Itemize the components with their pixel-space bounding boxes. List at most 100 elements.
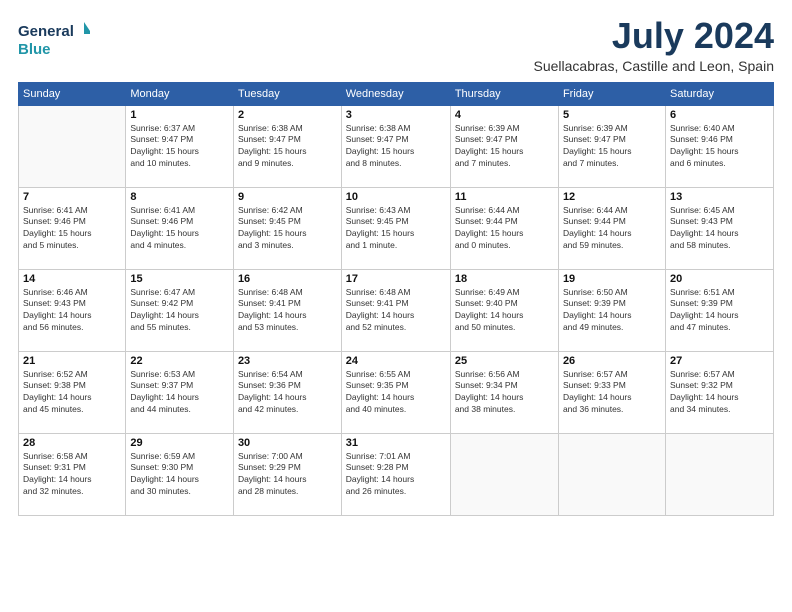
calendar-week-row: 21 Sunrise: 6:52 AMSunset: 9:38 PMDayligh… [19,351,774,433]
calendar-cell: 5 Sunrise: 6:39 AMSunset: 9:47 PMDaylight… [558,105,665,187]
day-number: 30 [238,437,337,449]
day-info: Sunrise: 6:59 AMSunset: 9:30 PMDaylight:… [130,451,229,499]
calendar-cell: 3 Sunrise: 6:38 AMSunset: 9:47 PMDaylight… [341,105,450,187]
month-title: July 2024 [534,16,775,56]
weekday-header: Sunday [19,82,126,105]
day-number: 27 [670,355,769,367]
calendar-cell: 22 Sunrise: 6:53 AMSunset: 9:37 PMDayligh… [126,351,234,433]
day-number: 6 [670,109,769,121]
title-block: July 2024 Suellacabras, Castille and Leo… [534,16,775,74]
calendar-cell: 20Sunrise: 6:51 AMSunset: 9:39 PMDayligh… [665,269,773,351]
day-info: Sunrise: 6:57 AMSunset: 9:32 PMDaylight:… [670,369,769,417]
day-info: Sunrise: 6:53 AMSunset: 9:37 PMDaylight:… [130,369,229,417]
day-info: Sunrise: 6:50 AMSunset: 9:39 PMDaylight:… [563,287,661,335]
calendar-week-row: 28 Sunrise: 6:58 AMSunset: 9:31 PMDayligh… [19,433,774,515]
calendar-cell: 23 Sunrise: 6:54 AMSunset: 9:36 PMDayligh… [233,351,341,433]
calendar-cell: 16 Sunrise: 6:48 AMSunset: 9:41 PMDayligh… [233,269,341,351]
day-info: Sunrise: 7:00 AMSunset: 9:29 PMDaylight:… [238,451,337,499]
calendar-cell: 21 Sunrise: 6:52 AMSunset: 9:38 PMDayligh… [19,351,126,433]
calendar-cell: 12 Sunrise: 6:44 AMSunset: 9:44 PMDayligh… [558,187,665,269]
day-info: Sunrise: 6:38 AMSunset: 9:47 PMDaylight:… [346,123,446,171]
day-number: 21 [23,355,121,367]
day-info: Sunrise: 6:54 AMSunset: 9:36 PMDaylight:… [238,369,337,417]
calendar-cell [19,105,126,187]
calendar-cell: 9 Sunrise: 6:42 AMSunset: 9:45 PMDaylight… [233,187,341,269]
page-header: General Blue July 2024 Suellacabras, Cas… [18,16,774,74]
day-number: 13 [670,191,769,203]
day-info: Sunrise: 6:42 AMSunset: 9:45 PMDaylight:… [238,205,337,253]
day-number: 3 [346,109,446,121]
day-number: 31 [346,437,446,449]
day-info: Sunrise: 6:46 AMSunset: 9:43 PMDaylight:… [23,287,121,335]
calendar-cell: 6 Sunrise: 6:40 AMSunset: 9:46 PMDaylight… [665,105,773,187]
calendar-cell: 15 Sunrise: 6:47 AMSunset: 9:42 PMDayligh… [126,269,234,351]
day-info: Sunrise: 6:48 AMSunset: 9:41 PMDaylight:… [346,287,446,335]
calendar-cell: 26 Sunrise: 6:57 AMSunset: 9:33 PMDayligh… [558,351,665,433]
day-number: 5 [563,109,661,121]
day-info: Sunrise: 6:41 AMSunset: 9:46 PMDaylight:… [130,205,229,253]
calendar-cell: 28 Sunrise: 6:58 AMSunset: 9:31 PMDayligh… [19,433,126,515]
day-number: 16 [238,273,337,285]
day-info: Sunrise: 6:38 AMSunset: 9:47 PMDaylight:… [238,123,337,171]
day-info: Sunrise: 6:40 AMSunset: 9:46 PMDaylight:… [670,123,769,171]
day-number: 8 [130,191,229,203]
day-info: Sunrise: 6:41 AMSunset: 9:46 PMDaylight:… [23,205,121,253]
logo-svg: General Blue [18,16,90,60]
day-number: 26 [563,355,661,367]
day-number: 23 [238,355,337,367]
calendar-week-row: 7 Sunrise: 6:41 AMSunset: 9:46 PMDaylight… [19,187,774,269]
weekday-header: Monday [126,82,234,105]
calendar-cell [665,433,773,515]
calendar-cell: 8 Sunrise: 6:41 AMSunset: 9:46 PMDaylight… [126,187,234,269]
day-number: 19 [563,273,661,285]
day-number: 9 [238,191,337,203]
calendar-cell: 13Sunrise: 6:45 AMSunset: 9:43 PMDayligh… [665,187,773,269]
calendar-cell: 24Sunrise: 6:55 AMSunset: 9:35 PMDayligh… [341,351,450,433]
weekday-header-row: SundayMondayTuesdayWednesdayThursdayFrid… [19,82,774,105]
calendar-cell: 27 Sunrise: 6:57 AMSunset: 9:32 PMDayligh… [665,351,773,433]
day-number: 10 [346,191,446,203]
calendar-cell: 4Sunrise: 6:39 AMSunset: 9:47 PMDaylight… [450,105,558,187]
day-number: 15 [130,273,229,285]
day-info: Sunrise: 6:58 AMSunset: 9:31 PMDaylight:… [23,451,121,499]
calendar-week-row: 14 Sunrise: 6:46 AMSunset: 9:43 PMDayligh… [19,269,774,351]
day-number: 2 [238,109,337,121]
day-info: Sunrise: 6:57 AMSunset: 9:33 PMDaylight:… [563,369,661,417]
day-info: Sunrise: 6:44 AMSunset: 9:44 PMDaylight:… [563,205,661,253]
day-number: 29 [130,437,229,449]
day-info: Sunrise: 6:47 AMSunset: 9:42 PMDaylight:… [130,287,229,335]
day-number: 22 [130,355,229,367]
calendar-cell: 14 Sunrise: 6:46 AMSunset: 9:43 PMDayligh… [19,269,126,351]
calendar-cell: 30 Sunrise: 7:00 AMSunset: 9:29 PMDayligh… [233,433,341,515]
weekday-header: Wednesday [341,82,450,105]
calendar-cell: 29 Sunrise: 6:59 AMSunset: 9:30 PMDayligh… [126,433,234,515]
calendar-cell: 1Sunrise: 6:37 AMSunset: 9:47 PMDaylight… [126,105,234,187]
day-number: 25 [455,355,554,367]
day-info: Sunrise: 6:51 AMSunset: 9:39 PMDaylight:… [670,287,769,335]
calendar-week-row: 1Sunrise: 6:37 AMSunset: 9:47 PMDaylight… [19,105,774,187]
day-info: Sunrise: 6:39 AMSunset: 9:47 PMDaylight:… [563,123,661,171]
day-info: Sunrise: 6:37 AMSunset: 9:47 PMDaylight:… [130,123,229,171]
day-info: Sunrise: 6:48 AMSunset: 9:41 PMDaylight:… [238,287,337,335]
day-number: 14 [23,273,121,285]
weekday-header: Saturday [665,82,773,105]
calendar-cell: 31 Sunrise: 7:01 AMSunset: 9:28 PMDayligh… [341,433,450,515]
calendar-cell: 25 Sunrise: 6:56 AMSunset: 9:34 PMDayligh… [450,351,558,433]
day-info: Sunrise: 6:56 AMSunset: 9:34 PMDaylight:… [455,369,554,417]
day-info: Sunrise: 7:01 AMSunset: 9:28 PMDaylight:… [346,451,446,499]
calendar-cell [450,433,558,515]
svg-text:Blue: Blue [18,41,51,58]
weekday-header: Friday [558,82,665,105]
weekday-header: Tuesday [233,82,341,105]
day-info: Sunrise: 6:55 AMSunset: 9:35 PMDaylight:… [346,369,446,417]
day-number: 7 [23,191,121,203]
day-number: 11 [455,191,554,203]
day-number: 12 [563,191,661,203]
calendar-cell: 10Sunrise: 6:43 AMSunset: 9:45 PMDayligh… [341,187,450,269]
day-number: 4 [455,109,554,121]
day-number: 28 [23,437,121,449]
calendar-cell: 7 Sunrise: 6:41 AMSunset: 9:46 PMDaylight… [19,187,126,269]
calendar-cell [558,433,665,515]
day-number: 18 [455,273,554,285]
day-info: Sunrise: 6:52 AMSunset: 9:38 PMDaylight:… [23,369,121,417]
